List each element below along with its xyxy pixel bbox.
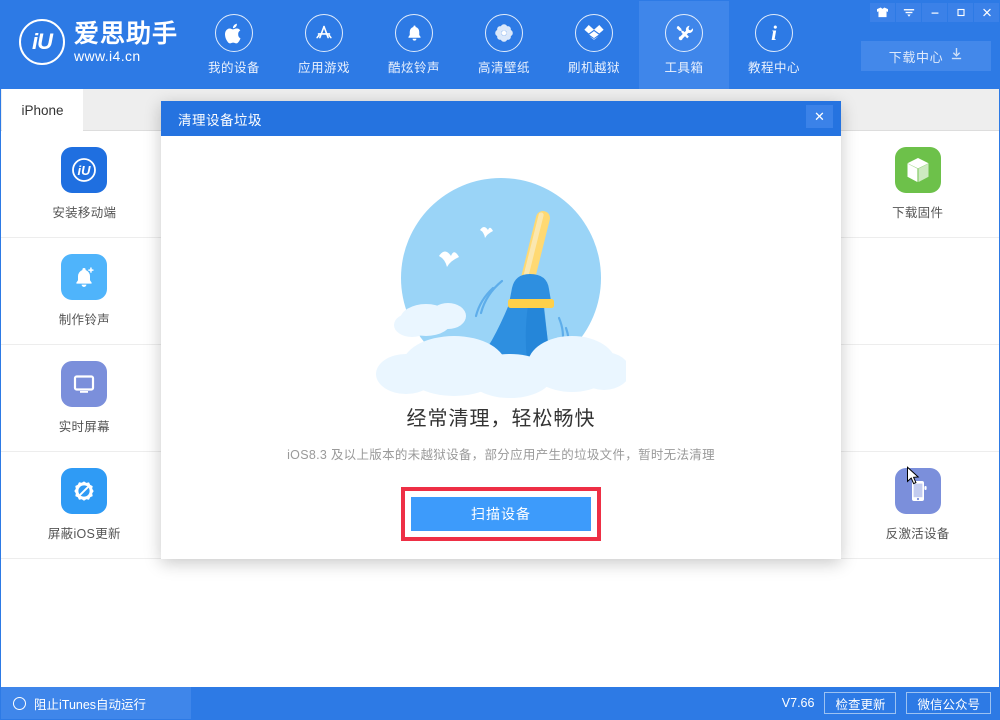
tool-label: 实时屏幕 (59, 416, 110, 435)
tab-label: iPhone (21, 103, 63, 118)
tab-iphone[interactable]: iPhone (2, 89, 83, 131)
nav-item-apps-games[interactable]: 应用游戏 (279, 1, 369, 89)
nav-label: 酷炫铃声 (388, 57, 440, 76)
main-navbar: 我的设备 应用游戏 酷炫铃声 高清壁纸 (189, 1, 819, 89)
nav-label: 高清壁纸 (478, 57, 530, 76)
scan-device-button[interactable]: 扫描设备 (411, 497, 591, 531)
status-bar-right: V7.66 检查更新 微信公众号 (782, 687, 991, 719)
i4-app-icon: iU (61, 147, 107, 193)
ringtone-icon (61, 254, 107, 300)
nav-label: 刷机越狱 (568, 57, 620, 76)
nav-item-wallpapers[interactable]: 高清壁纸 (459, 1, 549, 89)
logo-text: 爱思助手 www.i4.cn (74, 20, 178, 65)
app-logo: iU 爱思助手 www.i4.cn (19, 19, 178, 65)
nav-label: 我的设备 (208, 57, 260, 76)
block-update-icon (61, 468, 107, 514)
nav-item-tutorials[interactable]: i 教程中心 (729, 1, 819, 89)
info-icon: i (755, 14, 793, 52)
radio-icon (13, 697, 26, 710)
dialog-subtext: iOS8.3 及以上版本的未越狱设备，部分应用产生的垃圾文件，暂时无法清理 (287, 444, 715, 463)
nav-item-my-device[interactable]: 我的设备 (189, 1, 279, 89)
tool-block-ios-update[interactable]: 屏蔽iOS更新 (1, 452, 168, 559)
appstore-icon (305, 14, 343, 52)
nav-label: 工具箱 (664, 57, 703, 76)
tool-label: 制作铃声 (59, 309, 110, 328)
status-bar: 阻止iTunes自动运行 V7.66 检查更新 微信公众号 (1, 687, 1000, 719)
grid-cell-empty (834, 345, 1000, 452)
nav-label: 教程中心 (748, 57, 800, 76)
block-itunes-label: 阻止iTunes自动运行 (34, 694, 146, 713)
nav-item-toolbox[interactable]: 工具箱 (639, 1, 729, 89)
logo-mark-icon: iU (19, 19, 65, 65)
dialog-titlebar: 清理设备垃圾 ✕ (161, 101, 841, 136)
menu-icon[interactable] (896, 3, 921, 22)
minimize-icon[interactable] (922, 3, 947, 22)
window-controls (869, 3, 999, 22)
dialog-title: 清理设备垃圾 (178, 109, 262, 129)
apple-icon (215, 14, 253, 52)
app-window: iU 爱思助手 www.i4.cn 我的设备 应用游戏 (0, 0, 1000, 720)
tool-realtime-screen[interactable]: 实时屏幕 (1, 345, 168, 452)
firmware-box-icon (895, 147, 941, 193)
app-header: iU 爱思助手 www.i4.cn 我的设备 应用游戏 (1, 1, 1000, 89)
close-icon[interactable]: ✕ (806, 105, 833, 128)
tool-label: 下载固件 (892, 202, 943, 221)
download-center-label: 下载中心 (889, 47, 943, 66)
bell-icon (395, 14, 433, 52)
tool-install-mobile[interactable]: iU 安装移动端 (1, 131, 168, 238)
tool-label: 反激活设备 (886, 523, 950, 542)
check-update-button[interactable]: 检查更新 (824, 692, 896, 714)
broom-cleaning-illustration (376, 168, 626, 400)
tool-make-ringtone[interactable]: 制作铃声 (1, 238, 168, 345)
svg-text:iU: iU (78, 163, 92, 178)
version-label: V7.66 (782, 696, 815, 710)
download-icon (950, 47, 963, 66)
maximize-icon[interactable] (948, 3, 973, 22)
download-center-button[interactable]: 下载中心 (861, 41, 991, 71)
box-open-icon (575, 14, 613, 52)
mouse-cursor (906, 466, 920, 491)
wechat-button[interactable]: 微信公众号 (906, 692, 991, 714)
tool-download-firmware[interactable]: 下载固件 (834, 131, 1000, 238)
skin-icon[interactable] (870, 3, 895, 22)
clean-junk-dialog: 清理设备垃圾 ✕ (161, 101, 841, 559)
block-itunes-toggle[interactable]: 阻止iTunes自动运行 (1, 687, 191, 719)
tool-label: 安装移动端 (52, 202, 116, 221)
nav-item-ringtones[interactable]: 酷炫铃声 (369, 1, 459, 89)
brand-url: www.i4.cn (74, 48, 178, 65)
close-icon[interactable] (974, 3, 999, 22)
screen-icon (61, 361, 107, 407)
scan-button-wrapper: 扫描设备 (401, 487, 601, 541)
dialog-body: 经常清理，轻松畅快 iOS8.3 及以上版本的未越狱设备，部分应用产生的垃圾文件… (161, 136, 841, 559)
grid-cell-empty (834, 238, 1000, 345)
dialog-headline: 经常清理，轻松畅快 (407, 402, 596, 431)
brand-name: 爱思助手 (74, 20, 178, 48)
flower-icon (485, 14, 523, 52)
nav-item-flash-jailbreak[interactable]: 刷机越狱 (549, 1, 639, 89)
tool-label: 屏蔽iOS更新 (48, 523, 121, 542)
nav-label: 应用游戏 (298, 57, 350, 76)
tools-icon (665, 14, 703, 52)
